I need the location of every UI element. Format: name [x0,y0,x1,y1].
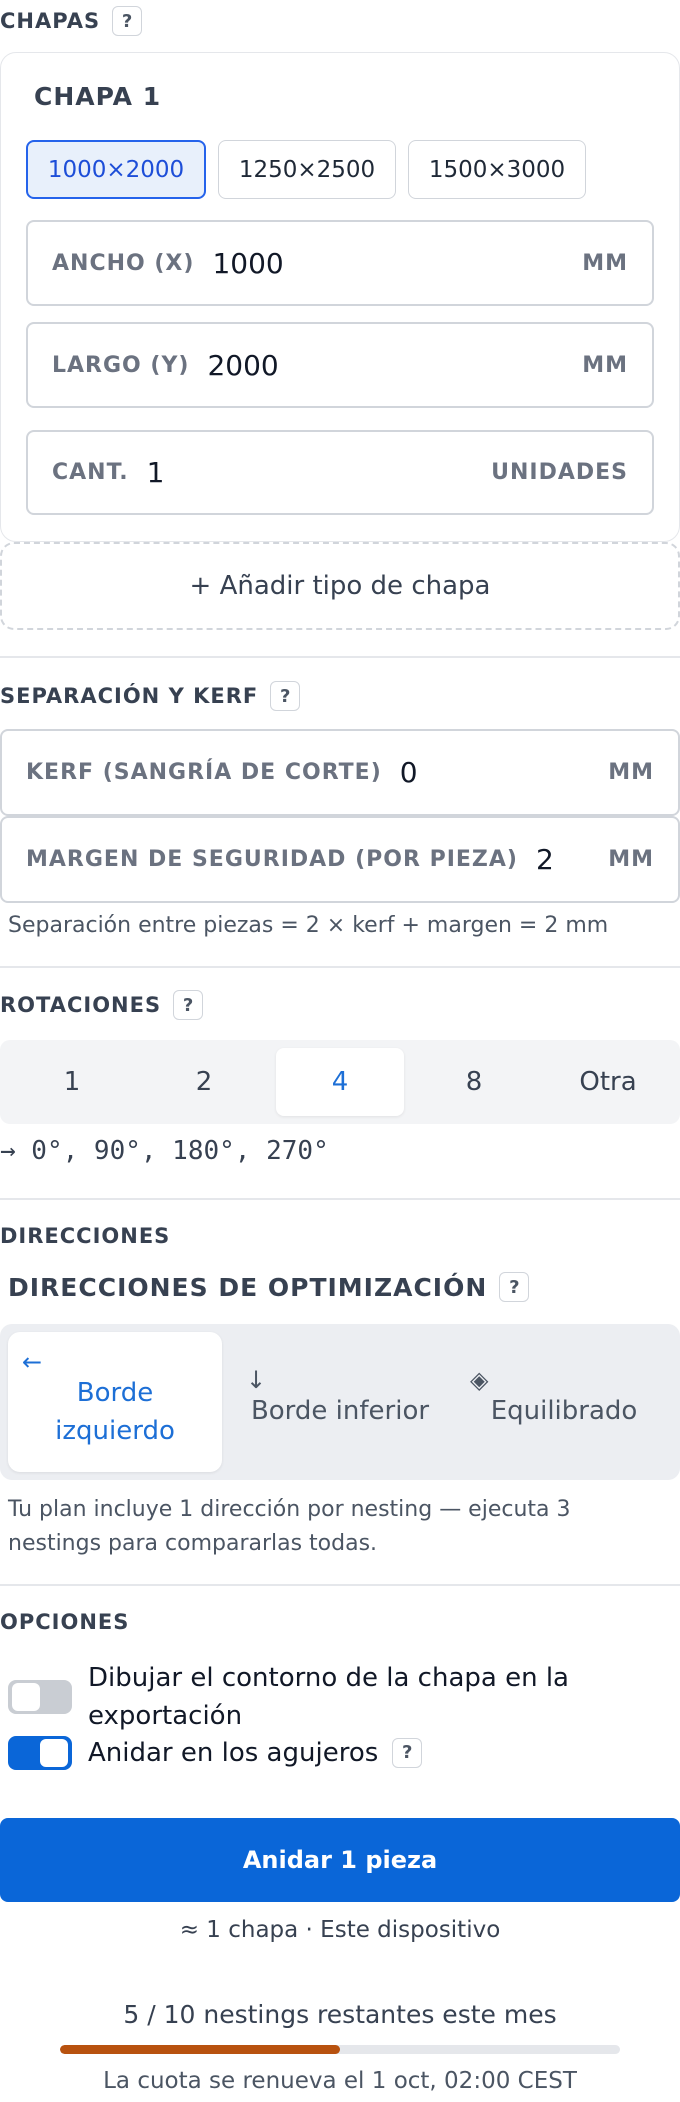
outline-label-line1: Dibujar el contorno de la chapa en la [88,1663,569,1693]
divider [0,1198,680,1200]
holes-label: Anidar en los agujeros [88,1738,379,1768]
preset-1000x2000-button[interactable]: 1000×2000 [26,140,206,199]
spacing-title-text: SEPARACIÓN Y KERF [0,684,259,708]
width-value[interactable]: 1000 [212,247,283,280]
kerf-value[interactable]: 0 [400,756,418,789]
rotation-angles: → 0°, 90°, 180°, 270° [0,1136,329,1166]
length-field[interactable]: LARGO (Y) 2000 MM [26,322,654,408]
toggle-knob [40,1739,68,1767]
width-field[interactable]: ANCHO (X) 1000 MM [26,220,654,306]
length-unit: MM [582,352,628,378]
divider [0,1584,680,1586]
quota-text: 5 / 10 nestings restantes este mes [123,2000,557,2029]
holes-toggle[interactable] [8,1736,72,1770]
rotation-option-2[interactable]: 2 [140,1048,268,1116]
direction-balanced-label: Equilibrado [490,1396,638,1426]
sheets-section-title: CHAPAS ? [0,6,143,36]
rotations-section-title: ROTACIONES ? [0,990,204,1020]
sheet-card-title: CHAPA 1 [34,82,162,111]
toggle-knob [12,1683,40,1711]
rotations-help-button[interactable]: ? [173,990,204,1020]
preset-1250x2500-button[interactable]: 1250×2500 [218,140,396,199]
rotation-option-8[interactable]: 8 [410,1048,538,1116]
kerf-unit: MM [608,760,654,785]
quota-progress-fill [60,2045,340,2054]
directions-help-button[interactable]: ? [499,1272,530,1302]
outline-toggle[interactable] [8,1680,72,1714]
direction-left-edge-line1: Borde [76,1378,154,1408]
options-title-text: OPCIONES [0,1610,130,1634]
outline-label-line2: exportación [88,1701,243,1731]
margin-value[interactable]: 2 [536,843,554,876]
directions-note-line1: Tu plan incluye 1 dirección por nesting … [8,1497,571,1522]
quantity-label: CANT. [52,460,129,485]
arrow-left-icon: ← [22,1348,43,1376]
length-value[interactable]: 2000 [207,349,278,382]
directions-section-title: DIRECCIONES [0,1224,170,1248]
length-label: LARGO (Y) [52,352,190,378]
holes-help-button[interactable]: ? [392,1738,423,1768]
arrow-down-icon: ↓ [246,1366,267,1394]
margin-label: MARGEN DE SEGURIDAD (POR PIEZA) [26,847,518,872]
sheets-title-text: CHAPAS [0,9,101,33]
sheets-help-button[interactable]: ? [112,6,143,36]
kerf-field[interactable]: KERF (SANGRÍA DE CORTE) 0 MM [0,729,680,816]
quantity-field[interactable]: CANT. 1 UNIDADES [26,430,654,515]
divider [0,656,680,658]
directions-selector: ← Borde izquierdo ↓ Borde inferior ◈ Equ… [0,1324,680,1480]
quota-renew-text: La cuota se renueva el 1 oct, 02:00 CEST [103,2068,577,2094]
rotation-option-other[interactable]: Otra [544,1048,672,1116]
quota-progress-bar [60,2045,620,2054]
preset-1500x3000-button[interactable]: 1500×3000 [408,140,586,199]
spacing-note: Separación entre piezas = 2 × kerf + mar… [8,913,609,938]
divider [0,966,680,968]
margin-field[interactable]: MARGEN DE SEGURIDAD (POR PIEZA) 2 MM [0,816,680,903]
add-sheet-type-button[interactable]: + Añadir tipo de chapa [0,542,680,630]
direction-bottom-edge[interactable]: ↓ Borde inferior [232,1332,448,1472]
rotations-title-text: ROTACIONES [0,993,162,1017]
action-summary: ≈ 1 chapa · Este dispositivo [179,1917,501,1943]
nest-button[interactable]: Anidar 1 pieza [0,1818,680,1902]
options-section-title: OPCIONES [0,1610,129,1634]
directions-title-text: DIRECCIONES [0,1224,171,1248]
directions-subtitle: DIRECCIONES DE OPTIMIZACIÓN ? [8,1272,530,1302]
margin-unit: MM [608,847,654,872]
kerf-label: KERF (SANGRÍA DE CORTE) [26,760,382,785]
layers-icon: ◈ [470,1366,489,1394]
direction-left-edge-line2: izquierdo [55,1416,175,1446]
directions-note-line2: nestings para compararlas todas. [8,1531,378,1556]
spacing-section-title: SEPARACIÓN Y KERF ? [0,681,301,711]
quantity-value[interactable]: 1 [147,456,165,489]
spacing-help-button[interactable]: ? [270,681,301,711]
holes-option: Anidar en los agujeros ? [88,1734,423,1772]
quantity-unit: UNIDADES [491,460,628,485]
rotations-segmented-control: 1 2 4 8 Otra [0,1040,680,1124]
direction-balanced[interactable]: ◈ Equilibrado [456,1332,672,1472]
direction-left-edge[interactable]: ← Borde izquierdo [8,1332,222,1472]
rotation-option-1[interactable]: 1 [8,1048,136,1116]
directions-subtitle-text: DIRECCIONES DE OPTIMIZACIÓN [8,1272,488,1302]
width-unit: MM [582,250,628,276]
direction-bottom-edge-label: Borde inferior [250,1396,430,1426]
rotation-option-4[interactable]: 4 [276,1048,404,1116]
width-label: ANCHO (X) [52,250,195,276]
